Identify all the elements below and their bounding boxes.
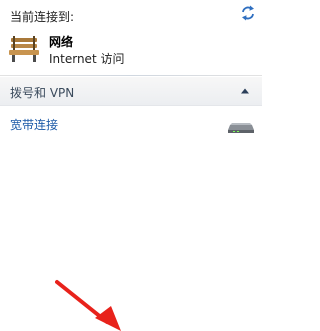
chevron-up-icon[interactable] (240, 87, 250, 95)
broadband-connection-label: 宽带连接 (10, 118, 59, 132)
network-flyout-panel: 当前连接到: 网络 Internet 访问 拨号和 VPN 宽带连接 (0, 0, 262, 331)
modem-icon (228, 123, 254, 133)
connected-to-label: 当前连接到: (10, 10, 75, 24)
park-bench-icon (9, 36, 39, 62)
red-arrow-annotation (55, 280, 121, 331)
dialup-vpn-section-title: 拨号和 VPN (10, 86, 75, 100)
refresh-icon[interactable] (239, 4, 257, 22)
network-name: 网络 (49, 35, 74, 49)
section-divider (0, 75, 262, 76)
network-access-status: Internet 访问 (49, 52, 125, 66)
